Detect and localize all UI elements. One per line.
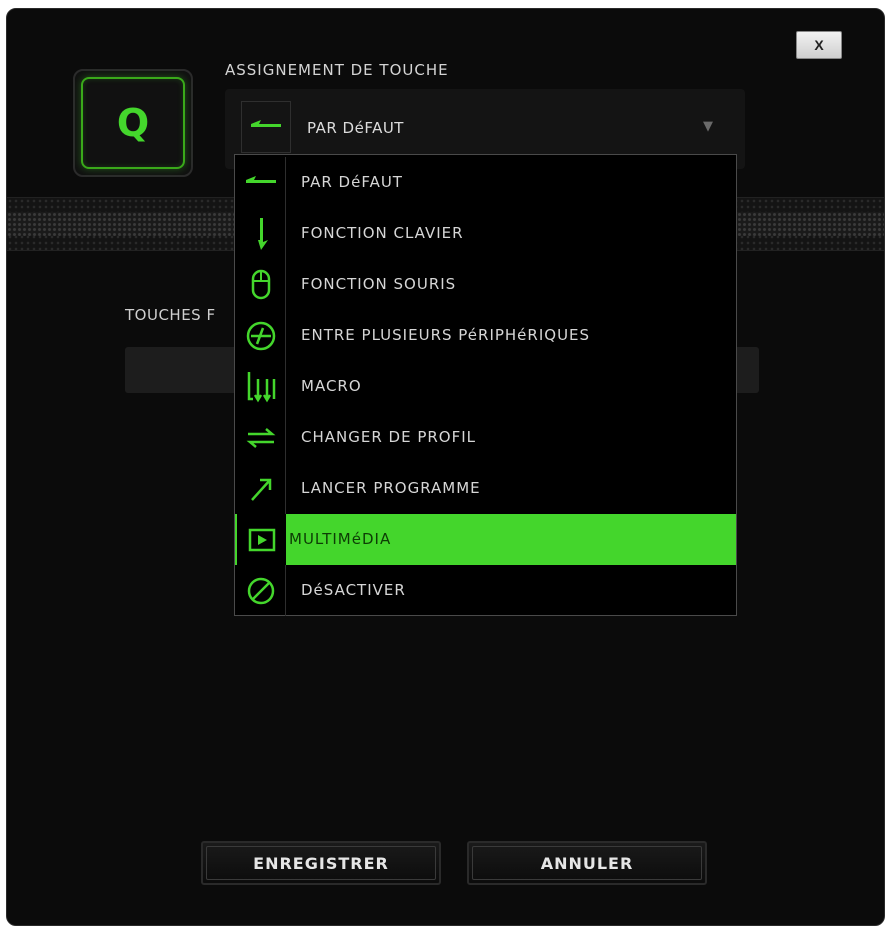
inter-device-icon (237, 310, 286, 361)
dropdown-item-label: FONCTION CLAVIER (301, 224, 464, 242)
section-title: ASSIGNEMENT DE TOUCHE (225, 61, 449, 79)
dropdown-item-inter-device[interactable]: ENTRE PLUSIEURS PéRIPHéRIQUES (235, 310, 736, 361)
touches-label: TOUCHES F (125, 306, 216, 324)
dropdown-item-label: CHANGER DE PROFIL (301, 428, 477, 446)
dropdown-item-multimedia[interactable]: MULTIMéDIA (235, 514, 736, 565)
dropdown-item-label: FONCTION SOURIS (301, 275, 457, 293)
dropdown-item-label: MACRO (301, 377, 362, 395)
launch-program-icon (237, 463, 286, 514)
cancel-button[interactable]: ANNULER (467, 841, 707, 885)
assignment-dropdown-menu: PAR DéFAUT FONCTION CLAVIER FONCTION SOU… (234, 154, 737, 616)
dropdown-item-label: ENTRE PLUSIEURS PéRIPHéRIQUES (301, 326, 591, 344)
dropdown-item-switch-profile[interactable]: CHANGER DE PROFIL (235, 412, 736, 463)
keyboard-function-icon (237, 208, 286, 259)
dropdown-item-disable[interactable]: DéSACTIVER (235, 565, 736, 616)
macro-icon (237, 361, 286, 412)
dropdown-item-launch-program[interactable]: LANCER PROGRAMME (235, 463, 736, 514)
select-value: PAR DéFAUT (307, 119, 404, 137)
dropdown-item-mouse-function[interactable]: FONCTION SOURIS (235, 259, 736, 310)
disable-icon (237, 565, 286, 616)
default-arrow-icon (241, 101, 291, 153)
dropdown-item-label: PAR DéFAUT (301, 173, 403, 191)
dropdown-item-macro[interactable]: MACRO (235, 361, 736, 412)
save-button[interactable]: ENREGISTRER (201, 841, 441, 885)
dropdown-item-default[interactable]: PAR DéFAUT (235, 157, 736, 208)
dropdown-item-label: DéSACTIVER (301, 581, 406, 599)
key-preview: Q (73, 69, 193, 177)
dropdown-item-label: MULTIMéDIA (289, 530, 392, 548)
dropdown-item-label: LANCER PROGRAMME (301, 479, 481, 497)
key-preview-label: Q (81, 77, 185, 169)
default-arrow-icon (237, 157, 286, 208)
chevron-down-icon: ▼ (703, 119, 713, 134)
mouse-icon (237, 259, 286, 310)
multimedia-icon (237, 514, 286, 565)
close-button[interactable]: X (796, 31, 842, 59)
close-icon: X (814, 37, 824, 53)
dropdown-item-keyboard-function[interactable]: FONCTION CLAVIER (235, 208, 736, 259)
switch-profile-icon (237, 412, 286, 463)
